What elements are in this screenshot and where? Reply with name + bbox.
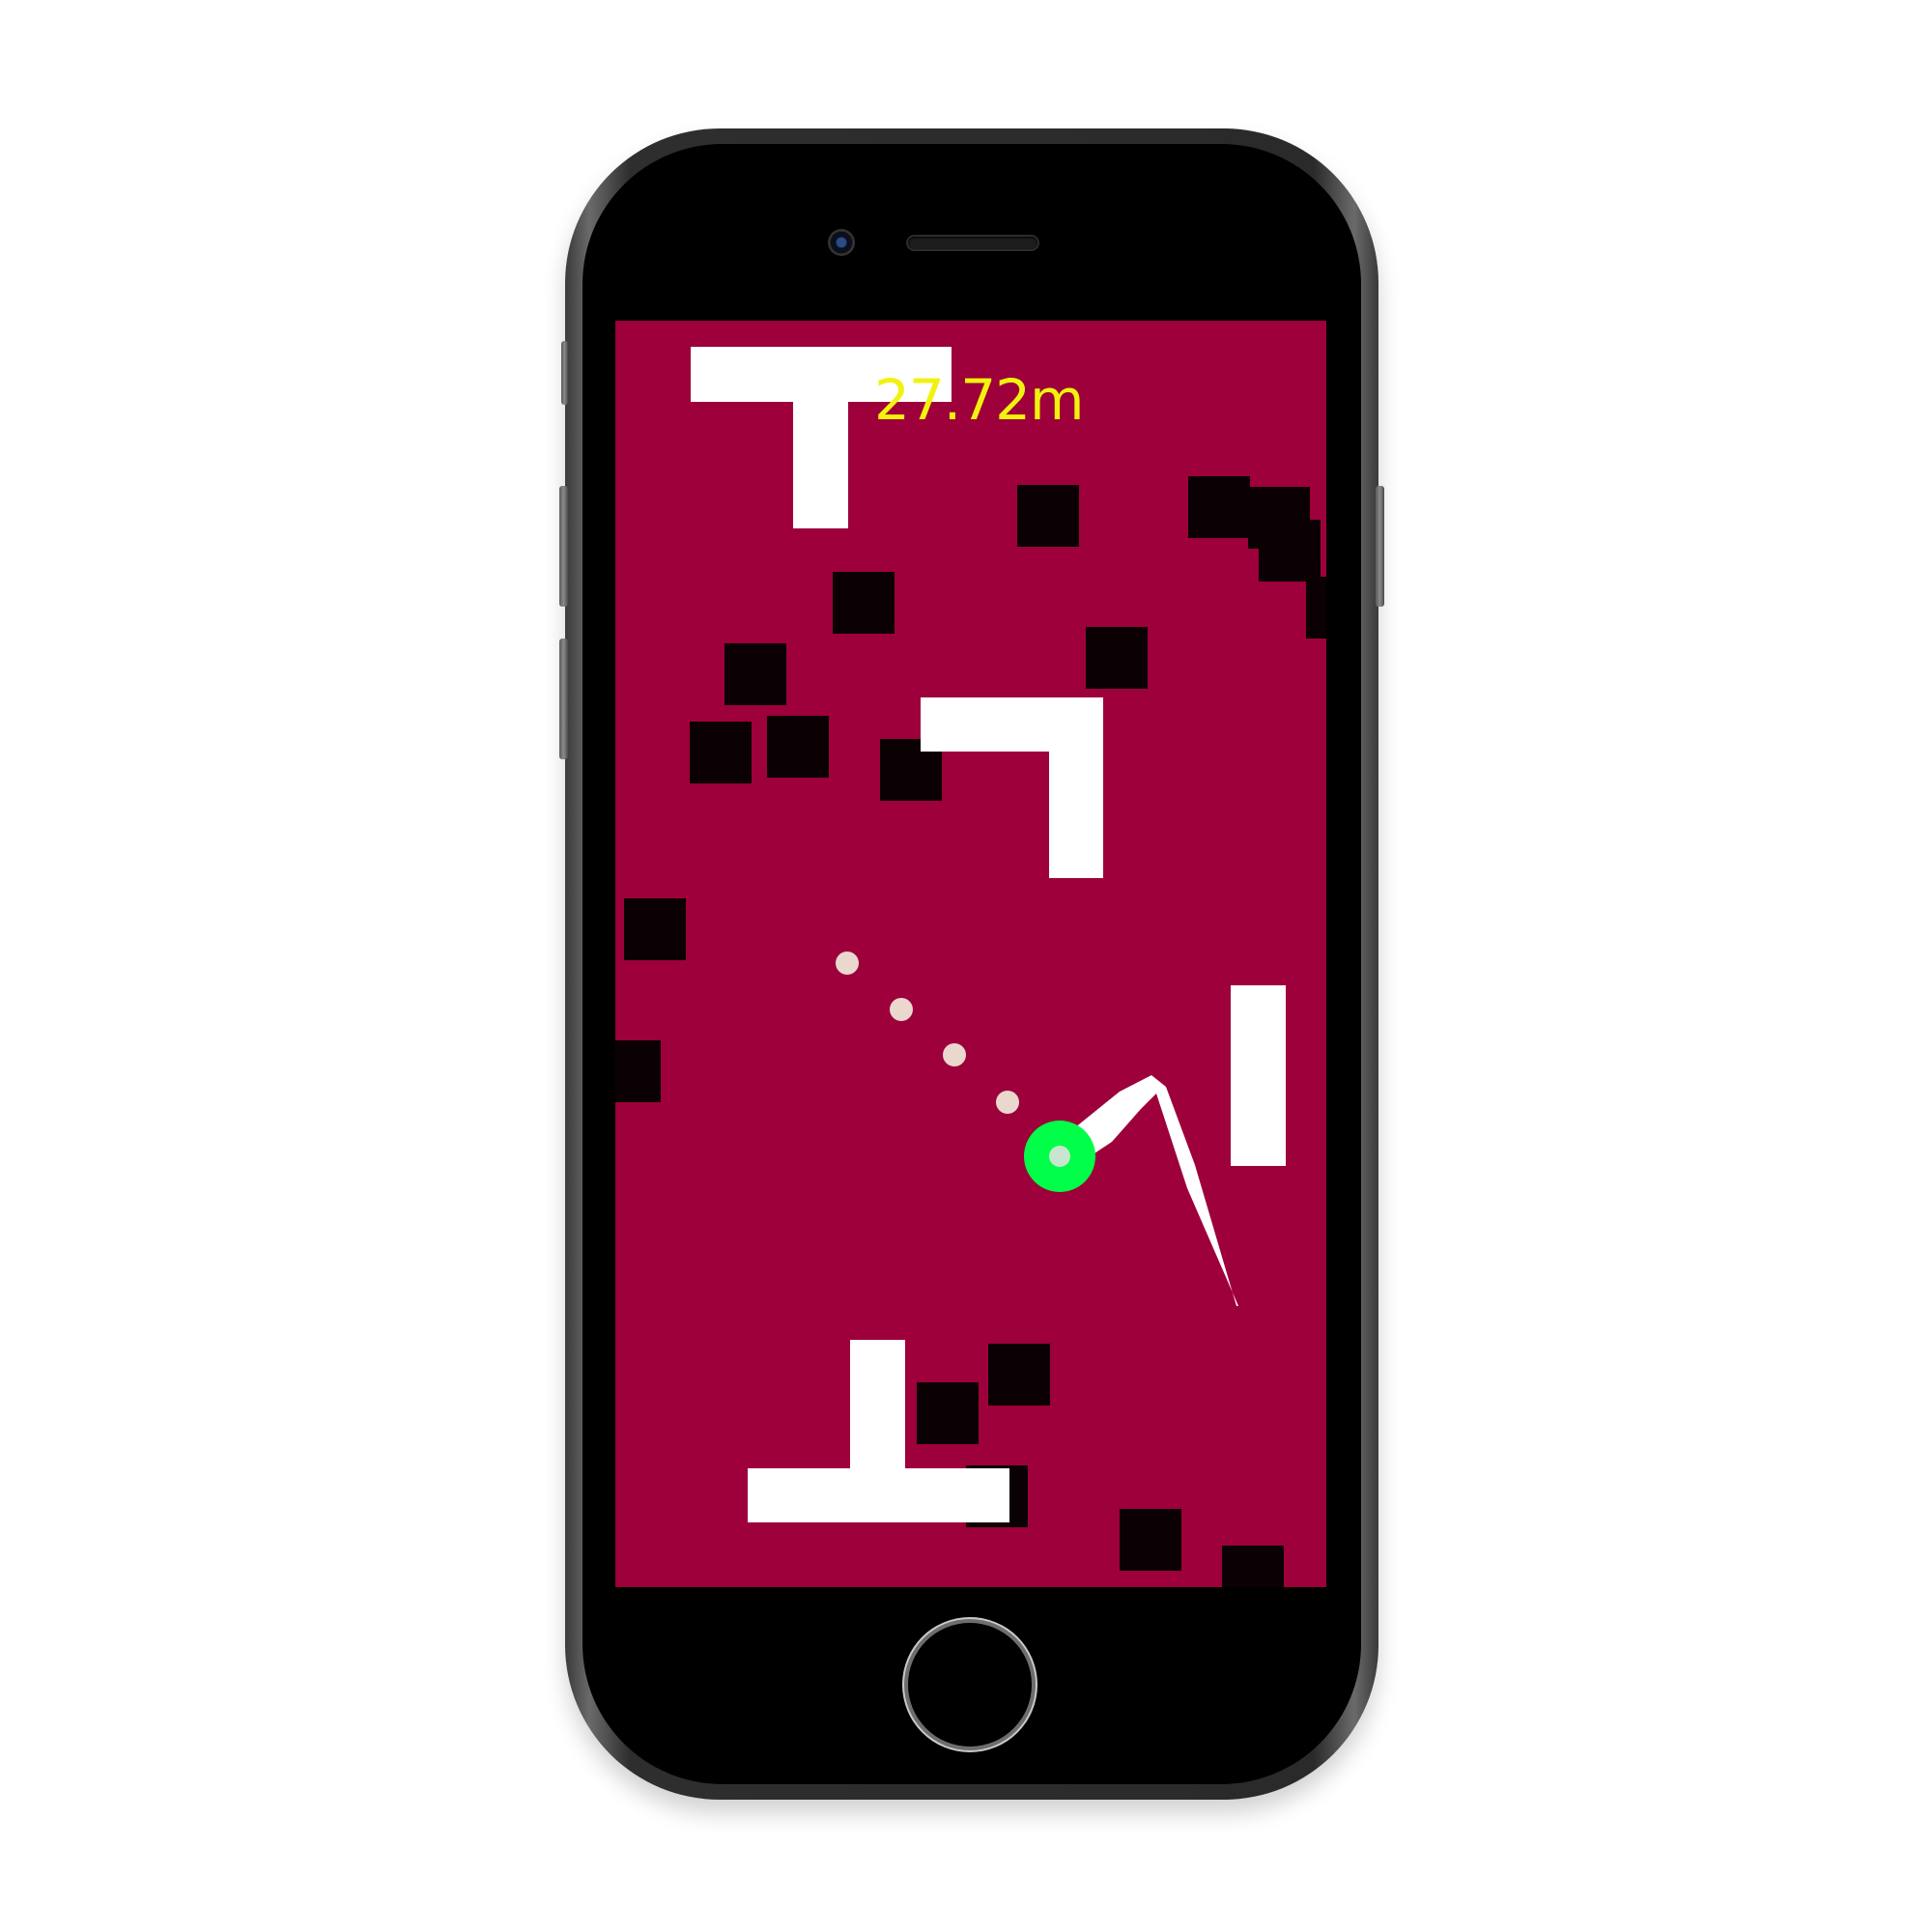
home-button[interactable] — [908, 1623, 1032, 1747]
white-wall-t-top-stem — [793, 347, 848, 528]
dark-block — [767, 716, 829, 778]
white-wall-t-bottom-stem — [850, 1340, 905, 1522]
dark-block — [690, 722, 752, 783]
game-canvas[interactable] — [615, 321, 1326, 1587]
front-camera-icon — [828, 229, 855, 256]
dark-block — [833, 572, 895, 634]
dark-block — [615, 1040, 661, 1102]
volume-down-button — [559, 639, 568, 759]
dark-block — [1306, 577, 1326, 639]
dark-block — [1017, 485, 1079, 547]
dark-block — [988, 1344, 1050, 1406]
volume-up-button — [559, 486, 568, 607]
dark-block — [917, 1382, 979, 1444]
dark-block — [1222, 1546, 1284, 1587]
trajectory-dot — [943, 1043, 966, 1066]
dark-block — [1086, 627, 1148, 689]
trajectory-dot — [996, 1091, 1019, 1114]
mute-switch — [561, 341, 568, 405]
white-wall-pillar — [1231, 985, 1286, 1166]
distance-score: 27.72m — [874, 367, 1085, 433]
player-ball-core — [1049, 1146, 1070, 1167]
power-button — [1376, 486, 1384, 607]
dark-block — [1120, 1509, 1181, 1571]
trajectory-dot — [890, 998, 913, 1021]
trajectory-dot — [836, 952, 859, 975]
white-wall-l-middle-stem — [1049, 697, 1103, 878]
game-screen[interactable]: 27.72m — [615, 321, 1326, 1587]
rope-trail — [1069, 1075, 1238, 1306]
dark-block — [724, 643, 786, 705]
dark-block — [1259, 520, 1321, 582]
dark-block — [624, 898, 686, 960]
earpiece-speaker — [908, 237, 1037, 249]
dark-block — [1188, 476, 1250, 538]
